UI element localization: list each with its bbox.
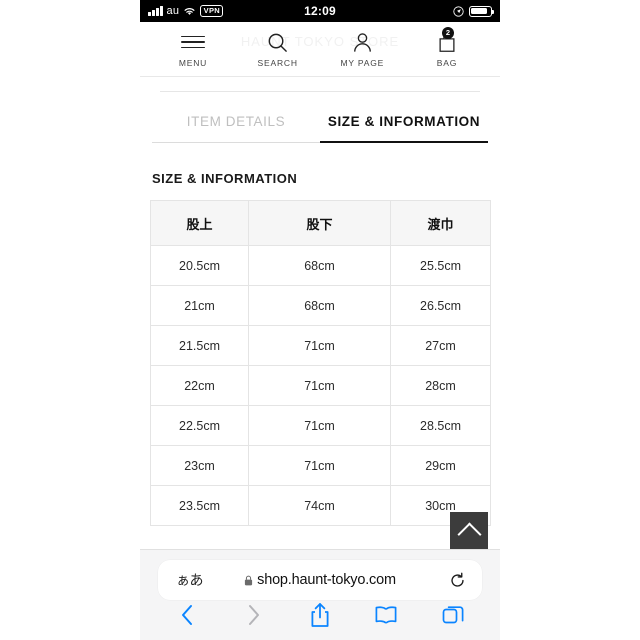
back-button[interactable] <box>167 598 207 632</box>
nav-item-bag-label: BAG <box>436 58 458 68</box>
table-cell: 21cm <box>150 285 249 326</box>
table-cell: 68cm <box>248 285 391 326</box>
header-divider <box>160 91 480 92</box>
table-cell: 29cm <box>390 445 491 486</box>
location-arrow-icon <box>453 5 464 17</box>
share-icon <box>311 603 329 627</box>
hamburger-menu-icon <box>181 32 205 53</box>
table-cell: 28cm <box>390 365 491 406</box>
nav-item-my-page[interactable]: MY PAGE <box>335 30 389 68</box>
size-information-table: 股上 股下 渡巾 20.5cm 68cm 25.5cm 21cm 68cm 26… <box>150 200 491 526</box>
nav-item-my-page-label: MY PAGE <box>340 58 385 68</box>
bag-count-badge: 2 <box>441 27 454 39</box>
browser-bottom-bar: ぁあ shop.haunt-tokyo.com <box>140 549 500 640</box>
section-title: SIZE & INFORMATION <box>152 171 298 186</box>
table-row: 23.5cm 74cm 30cm <box>150 485 491 526</box>
chevron-left-icon <box>181 605 192 625</box>
nav-item-menu[interactable]: MENU <box>166 30 220 68</box>
screenshot-root: au VPN 12:09 HAUNT TOKYO STORE MENU SEAR… <box>0 0 640 640</box>
book-icon <box>375 606 397 624</box>
table-cell: 74cm <box>248 485 391 526</box>
lock-icon <box>245 575 253 585</box>
person-icon <box>353 32 371 52</box>
forward-button[interactable] <box>234 598 274 632</box>
table-cell: 22cm <box>150 365 249 406</box>
status-bar: au VPN 12:09 <box>140 0 500 22</box>
table-row: 20.5cm 68cm 25.5cm <box>150 245 491 286</box>
address-bar[interactable]: ぁあ shop.haunt-tokyo.com <box>158 560 482 600</box>
status-bar-right <box>453 0 494 22</box>
table-cell: 71cm <box>248 325 391 366</box>
table-cell: 28.5cm <box>390 405 491 446</box>
table-cell: 20.5cm <box>150 245 249 286</box>
browser-toolbar <box>140 598 500 632</box>
nav-item-bag[interactable]: 2 BAG <box>420 27 474 68</box>
bookmarks-button[interactable] <box>366 598 406 632</box>
nav-item-search-label: SEARCH <box>257 58 298 68</box>
status-bar-clock: 12:09 <box>304 4 336 18</box>
table-row: 21cm 68cm 26.5cm <box>150 285 491 326</box>
scroll-to-top-button[interactable] <box>450 512 488 552</box>
table-cell: 21.5cm <box>150 325 249 366</box>
table-header-row: 股上 股下 渡巾 <box>150 200 491 246</box>
table-cell: 23cm <box>150 445 249 486</box>
table-row: 22.5cm 71cm 28.5cm <box>150 405 491 446</box>
table-header-cell: 股上 <box>150 200 249 246</box>
nav-item-search[interactable]: SEARCH <box>251 30 305 68</box>
chevron-right-icon <box>249 605 260 625</box>
table-cell: 25.5cm <box>390 245 491 286</box>
table-cell: 71cm <box>248 445 391 486</box>
tab-size-information[interactable]: SIZE & INFORMATION <box>320 114 488 143</box>
web-page: HAUNT TOKYO STORE MENU SEARCH MY PAGE 2 … <box>140 22 500 640</box>
table-cell: 22.5cm <box>150 405 249 446</box>
table-header-cell: 渡巾 <box>390 200 491 246</box>
share-button[interactable] <box>300 598 340 632</box>
tab-item-details[interactable]: ITEM DETAILS <box>152 114 320 143</box>
chevron-up-icon <box>456 522 482 547</box>
table-header-cell: 股下 <box>248 200 391 246</box>
search-icon <box>268 33 287 52</box>
tabs-button[interactable] <box>433 598 473 632</box>
site-navigation-bar: HAUNT TOKYO STORE MENU SEARCH MY PAGE 2 … <box>140 22 500 77</box>
table-row: 22cm 71cm 28cm <box>150 365 491 406</box>
table-row: 21.5cm 71cm 27cm <box>150 325 491 366</box>
reload-icon[interactable] <box>449 572 466 589</box>
table-cell: 71cm <box>248 405 391 446</box>
table-row: 23cm 71cm 29cm <box>150 445 491 486</box>
nav-item-menu-label: MENU <box>178 58 208 68</box>
table-cell: 27cm <box>390 325 491 366</box>
battery-icon <box>469 5 494 17</box>
table-cell: 71cm <box>248 365 391 406</box>
table-cell: 68cm <box>248 245 391 286</box>
phone-viewport: au VPN 12:09 HAUNT TOKYO STORE MENU SEAR… <box>140 0 500 640</box>
url-text: shop.haunt-tokyo.com <box>257 572 396 588</box>
product-info-tabs: ITEM DETAILS SIZE & INFORMATION <box>152 114 488 143</box>
table-cell: 23.5cm <box>150 485 249 526</box>
tabs-icon <box>442 606 464 624</box>
table-cell: 26.5cm <box>390 285 491 326</box>
